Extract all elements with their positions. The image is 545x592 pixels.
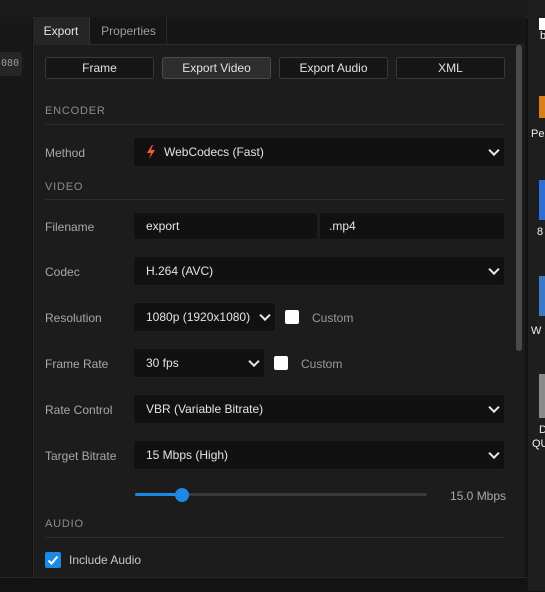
desktop-icon-label: QU [532,438,545,450]
divider [45,537,504,538]
resolution-label: Resolution [45,311,102,325]
framerate-custom-label: Custom [301,357,343,371]
extension-value: .mp4 [329,219,356,233]
video-section-title: VIDEO [45,181,84,193]
desktop-icon[interactable] [539,180,545,220]
include-audio-label: Include Audio [69,553,142,567]
resolution-custom-checkbox[interactable] [285,310,299,324]
chevron-down-icon [488,263,500,276]
include-audio-checkbox[interactable] [45,552,61,568]
chevron-down-icon [259,309,271,322]
codec-select[interactable]: H.264 (AVC) [133,256,505,286]
ratecontrol-value: VBR (Variable Bitrate) [146,402,264,416]
top-bar [0,0,528,18]
chevron-down-icon [488,144,500,157]
filename-input[interactable] [133,212,318,240]
chevron-down-icon [248,355,260,368]
desktop-icon-label: 8 [537,226,544,238]
filename-label: Filename [45,220,95,234]
scrollbar-thumb[interactable] [516,45,522,351]
bitrate-label: Target Bitrate [45,449,117,463]
framerate-value: 30 fps [146,356,179,370]
chevron-down-icon [488,447,500,460]
bitrate-select[interactable]: 15 Mbps (High) [133,440,505,470]
desktop-icon[interactable] [539,96,545,118]
bitrate-readout: 15.0 Mbps [450,489,507,503]
tab-export-audio[interactable]: Export Audio [279,57,388,79]
desktop-icon-label: D [539,424,545,436]
tab-frame[interactable]: Frame [45,57,154,79]
method-select[interactable]: WebCodecs (Fast) [133,137,505,167]
bottom-bar [0,577,528,592]
codec-value: H.264 (AVC) [146,264,214,278]
bolt-icon [146,145,156,159]
method-label: Method [45,146,86,160]
extension-field: .mp4 [319,212,505,240]
tab-export[interactable]: Export [33,17,90,45]
ratecontrol-select[interactable]: VBR (Variable Bitrate) [133,394,505,424]
bitrate-slider-thumb[interactable] [174,488,189,502]
bitrate-value: 15 Mbps (High) [146,448,229,462]
resolution-value: 1080p (1920x1080) [146,310,251,324]
framerate-label: Frame Rate [45,357,109,371]
desktop-strip: b Pe 8 W D QU [528,0,545,591]
divider [45,124,504,125]
tab-properties[interactable]: Properties [91,17,167,45]
codec-label: Codec [45,265,80,279]
left-pane [0,17,32,577]
checkmark-icon [47,555,59,565]
tab-xml[interactable]: XML [396,57,505,79]
desktop-icon-label: b [540,30,545,42]
desktop-icon-label: W [531,325,542,337]
tab-export-video[interactable]: Export Video [162,57,271,79]
encoder-section-title: ENCODER [45,105,106,117]
desktop-icon[interactable] [539,276,545,316]
framerate-select[interactable]: 30 fps [133,348,265,378]
timecode-badge: 080 [0,52,22,76]
desktop-icon-label: Pe [531,128,545,140]
desktop-icon[interactable] [539,374,545,418]
audio-section-title: AUDIO [45,518,84,530]
ratecontrol-label: Rate Control [45,403,113,417]
divider [45,199,504,200]
resolution-custom-label: Custom [312,311,354,325]
desktop-icon[interactable] [539,18,545,30]
method-value: WebCodecs (Fast) [164,145,264,159]
framerate-custom-checkbox[interactable] [274,356,288,370]
chevron-down-icon [488,401,500,414]
resolution-select[interactable]: 1080p (1920x1080) [133,302,276,332]
